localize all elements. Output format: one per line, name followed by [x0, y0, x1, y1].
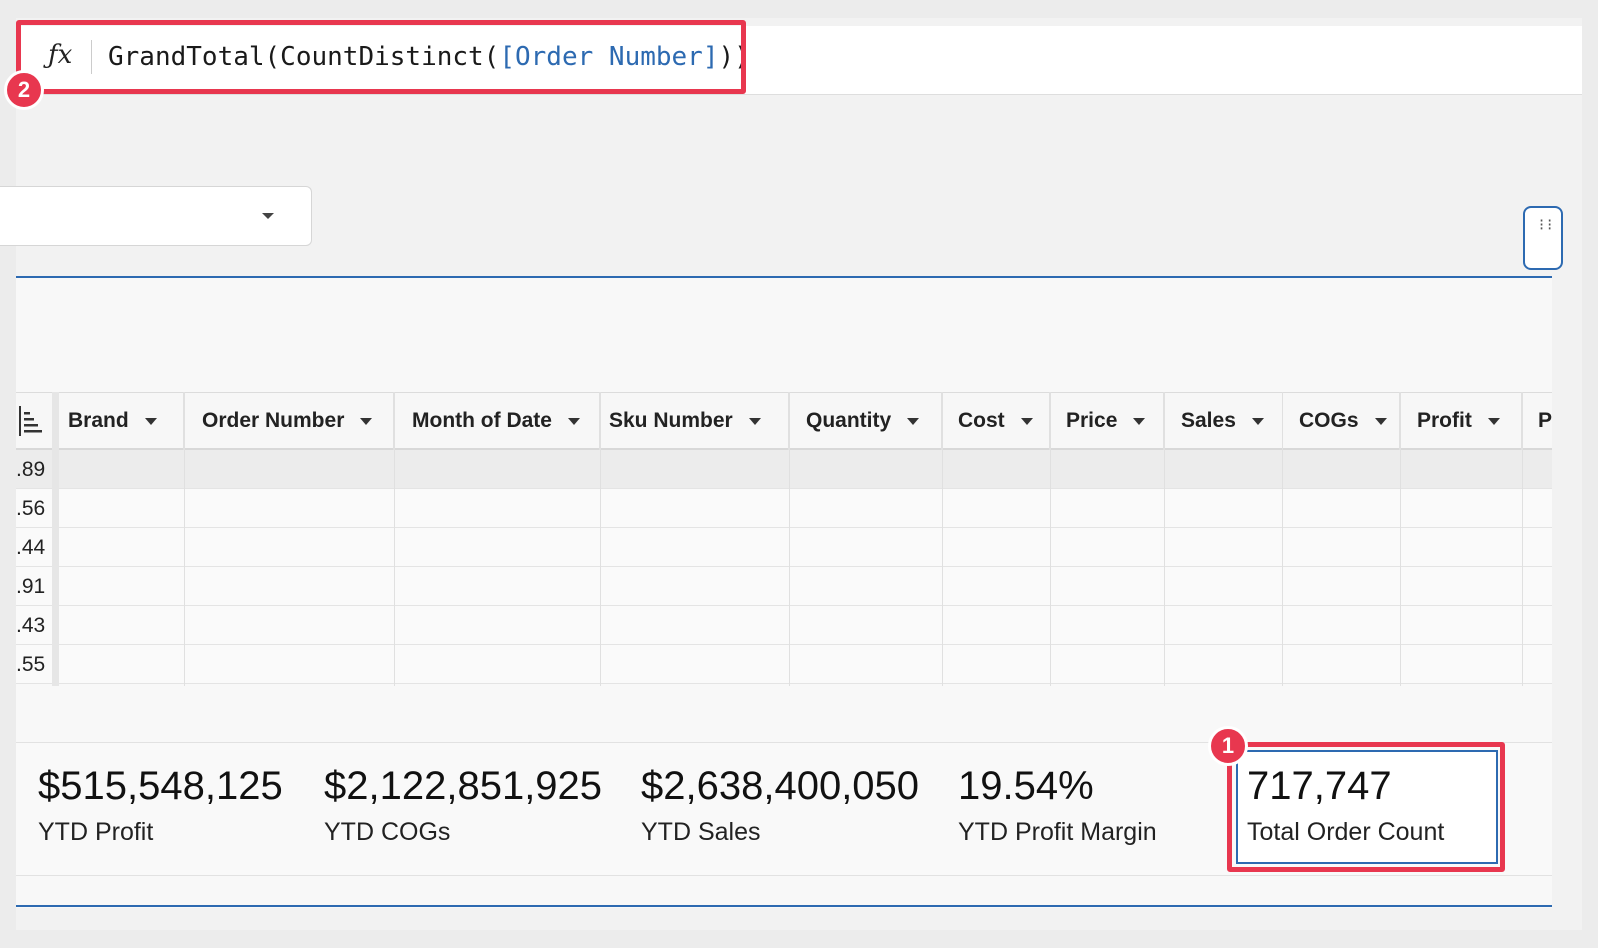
chevron-down-icon[interactable]: [567, 417, 580, 425]
column-divider: [394, 392, 395, 686]
column-divider: [1282, 392, 1283, 686]
column-label: Brand: [68, 409, 129, 432]
column-header-sales[interactable]: Sales: [1165, 392, 1283, 450]
annotation-badge-2: 2: [4, 70, 44, 110]
chevron-down-icon[interactable]: [360, 417, 373, 425]
chevron-down-icon[interactable]: [1487, 417, 1500, 425]
kpi-label-ytd-sales: YTD Sales: [641, 818, 761, 846]
kpi-value-ytd-profit-margin[interactable]: 19.54%: [958, 764, 1094, 809]
column-header-brand[interactable]: Brand: [52, 392, 184, 450]
column-label: Sku Number: [609, 409, 733, 432]
kpi-label-ytd-profit-margin: YTD Profit Margin: [958, 818, 1157, 846]
chevron-down-icon[interactable]: [1133, 417, 1146, 425]
kpi-highlight-box: [1227, 742, 1505, 872]
row-gutter-body: [52, 450, 59, 686]
table-row[interactable]: .44: [16, 528, 1552, 567]
column-label: P: [1538, 409, 1552, 432]
column-layout-icon[interactable]: [18, 404, 42, 438]
column-label: Quantity: [806, 409, 892, 432]
column-header-cogs[interactable]: COGs: [1283, 392, 1400, 450]
table-body: .89 .56 .44 .91 .43 .55: [16, 450, 1552, 684]
chevron-down-icon[interactable]: [1020, 417, 1033, 425]
table-row[interactable]: .89: [16, 450, 1552, 489]
column-header-quantity[interactable]: Quantity: [790, 392, 942, 450]
column-label: Cost: [958, 409, 1005, 432]
chevron-down-icon[interactable]: [907, 417, 920, 425]
chevron-down-icon[interactable]: [748, 417, 761, 425]
chevron-down-icon[interactable]: [144, 417, 157, 425]
column-header-sku-number[interactable]: Sku Number: [593, 392, 789, 450]
kpi-value-ytd-cogs[interactable]: $2,122,851,925: [324, 764, 602, 809]
column-divider: [942, 392, 943, 686]
column-label: Profit: [1417, 409, 1472, 432]
column-label: Order Number: [202, 409, 345, 432]
table-row[interactable]: .91: [16, 567, 1552, 606]
kpi-label-ytd-profit: YTD Profit: [38, 818, 154, 846]
column-header-profit[interactable]: Profit: [1401, 392, 1522, 450]
annotation-badge-1: 1: [1208, 726, 1248, 766]
column-divider: [789, 392, 790, 686]
column-label: COGs: [1299, 409, 1359, 432]
column-divider: [1050, 392, 1051, 686]
column-divider: [184, 392, 185, 686]
kpi-value-ytd-profit[interactable]: $515,548,125: [38, 764, 283, 809]
column-label: Sales: [1181, 409, 1236, 432]
chevron-down-icon[interactable]: [1251, 417, 1264, 425]
kpi-value-ytd-sales[interactable]: $2,638,400,050: [641, 764, 919, 809]
drag-handle[interactable]: ⁝⁝: [1523, 206, 1563, 270]
element-bottom-border: [16, 905, 1552, 907]
column-label: Month of Date: [412, 409, 552, 432]
drag-handle-icon: ⁝⁝: [1539, 217, 1556, 234]
column-header-cost[interactable]: Cost: [942, 392, 1050, 450]
column-divider: [600, 392, 601, 686]
column-divider: [1400, 392, 1401, 686]
column-label: Price: [1066, 409, 1118, 432]
control-select[interactable]: [0, 186, 312, 246]
column-header-order-number[interactable]: Order Number: [186, 392, 394, 450]
column-divider: [1522, 392, 1523, 686]
column-header-truncated[interactable]: P: [1522, 392, 1552, 450]
table-row[interactable]: .56: [16, 489, 1552, 528]
column-header-month-of-date[interactable]: Month of Date: [396, 392, 600, 450]
kpi-label-ytd-cogs: YTD COGs: [324, 818, 451, 846]
dropdown-caret-icon: [262, 213, 274, 219]
formula-highlight-box: [16, 20, 746, 94]
table-row[interactable]: .43: [16, 606, 1552, 645]
column-header-price[interactable]: Price: [1050, 392, 1164, 450]
table-row[interactable]: .55: [16, 645, 1552, 684]
chevron-down-icon[interactable]: [1374, 417, 1387, 425]
column-divider: [1164, 392, 1165, 686]
